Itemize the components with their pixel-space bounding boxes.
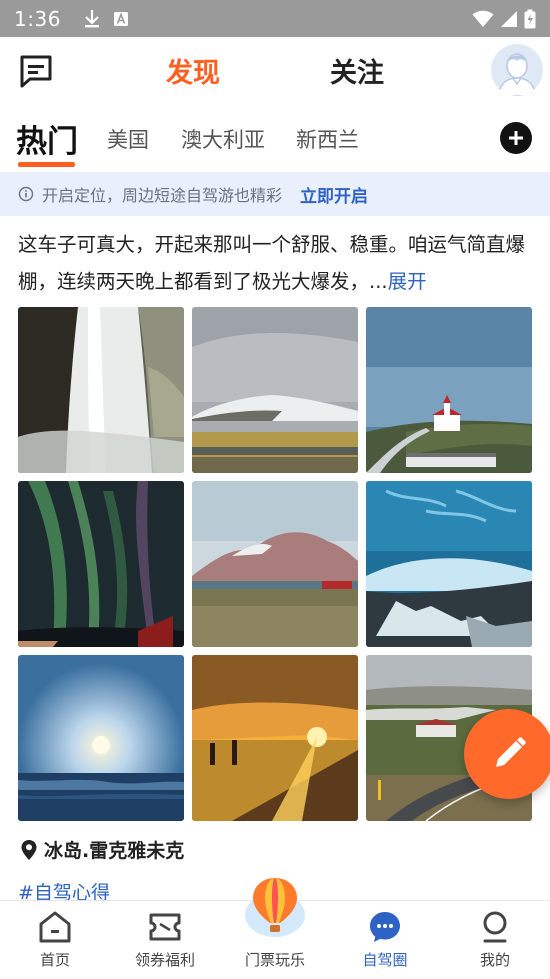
- signal-icon: [501, 10, 517, 27]
- bottom-nav-home-label: 首页: [39, 951, 70, 969]
- bottom-nav-coupons-label: 领券福利: [134, 951, 195, 969]
- category-new-zealand[interactable]: 新西兰: [296, 124, 359, 154]
- balloon-icon[interactable]: [240, 875, 310, 945]
- location-banner: 开启定位，周边短途自驾游也精彩 立即开启: [0, 172, 550, 216]
- expand-link[interactable]: 展开: [388, 270, 427, 293]
- location-tag[interactable]: 冰岛.雷克雅未克: [20, 836, 184, 863]
- font-icon: [113, 11, 128, 26]
- photo-ice-cave[interactable]: [366, 481, 532, 647]
- category-active-indicator: [18, 162, 75, 167]
- bottom-nav-coupons[interactable]: 领券福利: [110, 909, 220, 970]
- tab-follow[interactable]: 关注: [330, 51, 384, 90]
- avatar[interactable]: [491, 44, 543, 96]
- enable-location-button[interactable]: 立即开启: [300, 182, 368, 207]
- location-banner-text: 开启定位，周边短途自驾游也精彩: [42, 186, 283, 205]
- photo-grid: [18, 307, 532, 821]
- post-body: 这车子可真大，开起来那叫一个舒服、稳重。咱运气简直爆棚，连续两天晚上都看到了极光…: [18, 233, 526, 293]
- user-avatar-icon: [498, 53, 536, 96]
- photo-mountain-lake[interactable]: [192, 481, 358, 647]
- coupon-icon: [149, 913, 181, 941]
- bottom-nav-mine[interactable]: 我的: [440, 909, 550, 970]
- photo-red-church[interactable]: [366, 307, 532, 473]
- wifi-icon: [472, 10, 494, 27]
- info-icon: [18, 186, 34, 202]
- profile-icon: [483, 911, 507, 943]
- location-pin-icon: [21, 839, 37, 860]
- location-name: 冰岛.雷克雅未克: [44, 840, 185, 862]
- pencil-icon: [496, 737, 526, 767]
- bottom-nav-self-drive-label: 自驾圈: [362, 951, 408, 969]
- category-australia[interactable]: 澳大利亚: [181, 124, 265, 154]
- screen: 1:36 发现 关注 热门 美国 澳大利亚 新西兰 开启定位，周边短途自驾游也精…: [0, 0, 550, 979]
- status-right: [472, 9, 536, 29]
- bottom-nav-tickets-label: 门票玩乐: [244, 951, 305, 969]
- add-category-button[interactable]: [500, 122, 532, 154]
- status-time: 1:36: [14, 6, 61, 31]
- home-icon: [39, 911, 71, 943]
- battery-icon: [524, 9, 536, 28]
- plus-icon: [509, 131, 523, 145]
- photo-sunset-field[interactable]: [192, 655, 358, 821]
- status-bar: 1:36: [0, 0, 550, 37]
- create-post-button[interactable]: [464, 709, 550, 799]
- photo-waterfall[interactable]: [18, 307, 184, 473]
- post-text[interactable]: 这车子可真大，开起来那叫一个舒服、稳重。咱运气简直爆棚，连续两天晚上都看到了极光…: [18, 226, 534, 300]
- photo-sun-over-sea[interactable]: [18, 655, 184, 821]
- category-usa[interactable]: 美国: [107, 124, 149, 154]
- status-left-icons: [83, 9, 129, 29]
- category-hot[interactable]: 热门: [16, 116, 78, 161]
- bottom-nav-mine-label: 我的: [479, 951, 510, 969]
- download-icon: [84, 9, 99, 27]
- top-nav: 发现 关注: [0, 37, 550, 105]
- tab-discover[interactable]: 发现: [166, 51, 220, 90]
- bottom-nav-home[interactable]: 首页: [0, 909, 110, 970]
- bottom-nav-self-drive[interactable]: 自驾圈: [330, 909, 440, 970]
- photo-aurora[interactable]: [18, 481, 184, 647]
- photo-snow-mountain[interactable]: [192, 307, 358, 473]
- chat-bubble-icon: [370, 912, 400, 942]
- message-icon[interactable]: [18, 53, 54, 89]
- category-tabs: 热门 美国 澳大利亚 新西兰: [0, 110, 550, 170]
